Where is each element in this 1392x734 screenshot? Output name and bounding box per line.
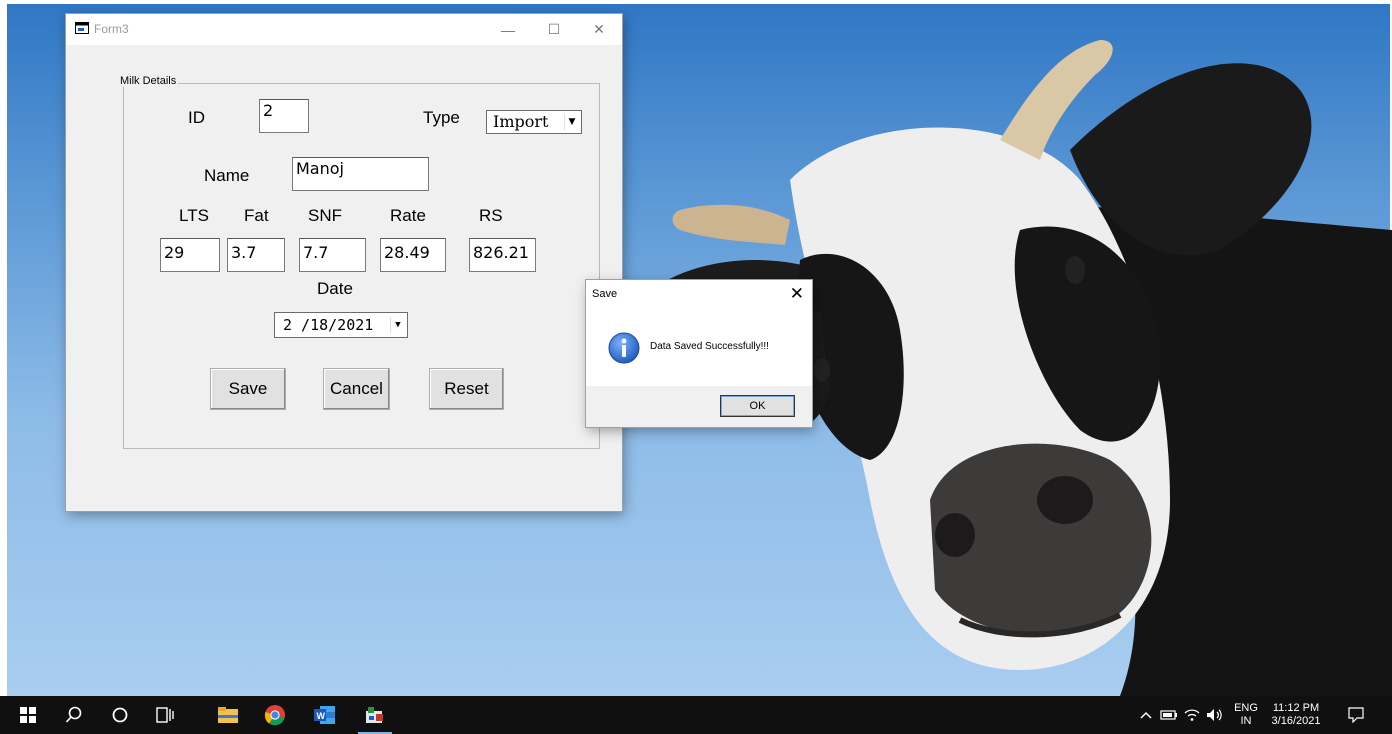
lts-field[interactable]: 29 <box>160 238 220 272</box>
form3-title: Form3 <box>94 22 129 36</box>
clock-time[interactable]: 11:12 PM <box>1262 702 1330 715</box>
input-region[interactable]: IN <box>1233 715 1259 728</box>
date-picker-value: 2 /18/2021 <box>283 316 374 334</box>
form-app-icon <box>75 22 89 34</box>
windows-start-icon[interactable] <box>12 696 44 734</box>
date-picker[interactable]: 2 /18/2021 ▼ <box>274 312 408 338</box>
chevron-up-icon[interactable] <box>1137 696 1155 734</box>
snf-field[interactable]: 7.7 <box>299 238 366 272</box>
maximize-button[interactable]: ☐ <box>531 14 577 45</box>
message-text: Data Saved Successfully!!! <box>650 341 769 352</box>
rate-label: Rate <box>390 206 426 225</box>
clock-date[interactable]: 3/16/2021 <box>1262 715 1330 728</box>
save-button[interactable]: Save <box>210 368 286 410</box>
minimize-icon: — <box>501 21 515 38</box>
close-icon: ✕ <box>593 21 605 37</box>
date-label: Date <box>317 279 353 298</box>
calendar-dropdown-icon[interactable]: ▼ <box>390 317 405 333</box>
notification-icon[interactable] <box>1342 696 1370 734</box>
save-message-box: Save ✕ Data Saved Successfully!!! OK <box>586 280 812 427</box>
message-box-titlebar[interactable]: Save ✕ <box>586 280 812 308</box>
taskbar: W ENG IN 11:12 PM 3/16/2021 <box>0 696 1392 734</box>
rs-label: RS <box>479 206 503 225</box>
ok-button[interactable]: OK <box>720 395 795 417</box>
fat-label: Fat <box>244 206 269 225</box>
screen-border-left <box>0 0 7 696</box>
info-icon <box>608 332 640 364</box>
message-box-title: Save <box>592 288 618 300</box>
maximize-icon: ☐ <box>547 21 561 37</box>
desktop: Form3 — ☐ ✕ Milk Details ID 2 Type Impor… <box>0 0 1392 696</box>
dropdown-arrow-icon[interactable]: ▼ <box>564 114 579 130</box>
form3-window: Form3 — ☐ ✕ Milk Details ID 2 Type Impor… <box>66 14 622 511</box>
close-icon[interactable]: ✕ <box>790 284 804 304</box>
close-button[interactable]: ✕ <box>576 14 622 45</box>
type-dropdown-value: Import <box>493 112 549 131</box>
chrome-icon[interactable] <box>258 696 292 734</box>
cancel-button[interactable]: Cancel <box>323 368 390 410</box>
lts-label: LTS <box>179 206 209 225</box>
task-view-icon[interactable] <box>149 696 181 734</box>
screen-border-top <box>0 0 1392 4</box>
battery-icon[interactable] <box>1158 696 1180 734</box>
snf-label: SNF <box>308 206 342 225</box>
minimize-button[interactable]: — <box>485 14 531 45</box>
type-label: Type <box>423 108 460 127</box>
volume-icon[interactable] <box>1204 696 1226 734</box>
rs-field[interactable]: 826.21 <box>469 238 536 272</box>
search-icon[interactable] <box>58 696 90 734</box>
form3-titlebar[interactable]: Form3 — ☐ ✕ <box>66 14 622 45</box>
wifi-icon[interactable] <box>1182 696 1202 734</box>
fat-field[interactable]: 3.7 <box>227 238 285 272</box>
svg-text:W: W <box>317 711 326 721</box>
cortana-icon[interactable] <box>104 696 136 734</box>
input-language[interactable]: ENG <box>1233 702 1259 715</box>
file-explorer-icon[interactable] <box>212 696 244 734</box>
milk-details-group-title: Milk Details <box>118 75 179 87</box>
type-dropdown[interactable]: Import ▼ <box>486 110 582 134</box>
vb-app-icon[interactable] <box>358 696 392 734</box>
reset-button[interactable]: Reset <box>429 368 504 410</box>
name-field[interactable]: Manoj <box>292 157 429 191</box>
word-icon[interactable]: W <box>308 696 342 734</box>
name-label: Name <box>204 166 250 185</box>
rate-field[interactable]: 28.49 <box>380 238 446 272</box>
id-label: ID <box>188 108 205 127</box>
id-field[interactable]: 2 <box>259 99 309 133</box>
